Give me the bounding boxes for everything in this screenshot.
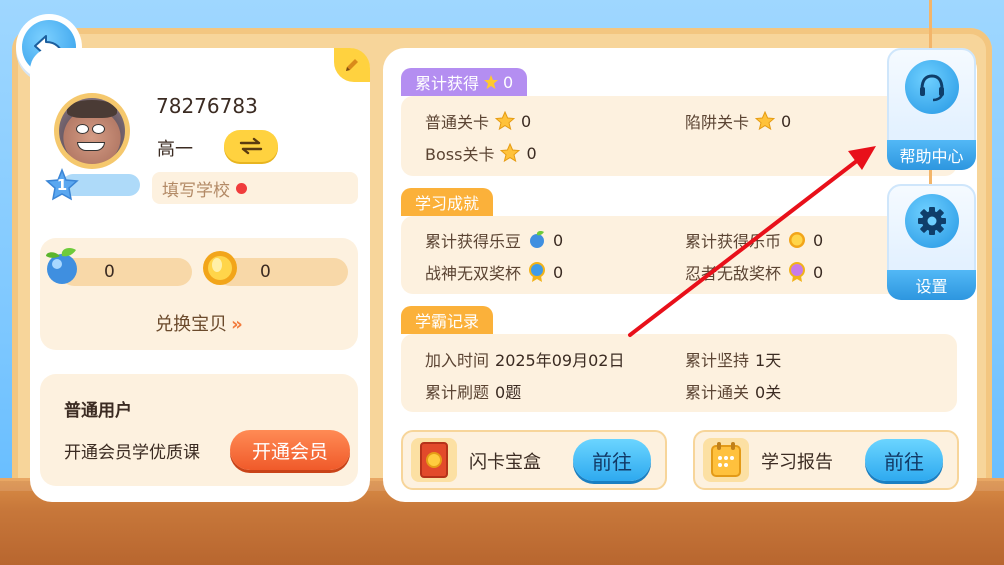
annotation-arrow	[628, 146, 876, 337]
